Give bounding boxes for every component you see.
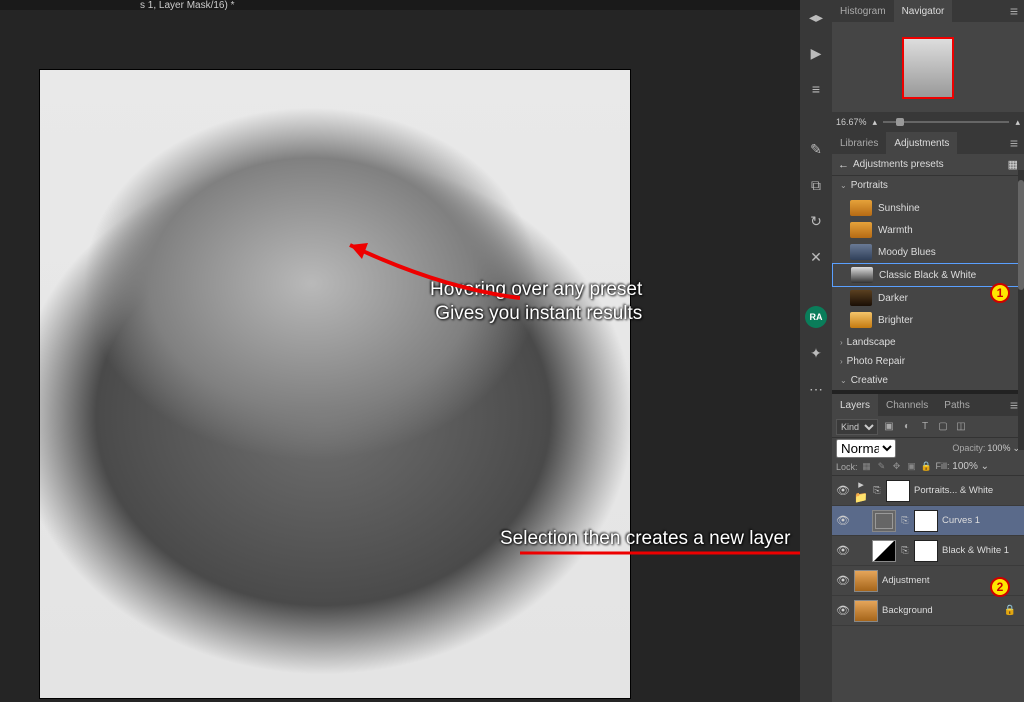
grid-view-icon[interactable]: ▦ <box>1008 158 1018 171</box>
tab-adjustments[interactable]: Adjustments <box>886 132 957 154</box>
preset-sunshine[interactable]: Sunshine <box>832 197 1024 219</box>
tab-histogram[interactable]: Histogram <box>832 0 894 22</box>
tab-navigator[interactable]: Navigator <box>894 0 953 22</box>
user-avatar[interactable]: RA <box>805 306 827 328</box>
filter-adjust-icon[interactable]: ◐ <box>900 421 914 432</box>
layer-kind-select[interactable]: Kind <box>836 419 878 435</box>
chevron-down-icon: ⌄ <box>840 376 847 385</box>
tab-libraries[interactable]: Libraries <box>832 132 886 154</box>
brush-icon[interactable]: ✎ <box>805 138 827 160</box>
link-icon: ⎘ <box>900 515 910 526</box>
layer-thumb[interactable] <box>854 570 878 592</box>
zoom-value[interactable]: 16.67% <box>836 117 867 127</box>
more-icon[interactable]: ⋯ <box>805 378 827 400</box>
preset-warmth[interactable]: Warmth <box>832 219 1024 241</box>
layers-filter-row: Kind ▣ ◐ T ▢ ◫ <box>832 416 1024 438</box>
preset-brighter[interactable]: Brighter <box>832 309 1024 331</box>
lock-icon[interactable]: 🔒 <box>1004 605 1020 616</box>
visibility-icon[interactable]: 👁 <box>836 514 850 527</box>
adjustments-panel: ← Adjustments presets ▦ ⌄ Portraits Suns… <box>832 154 1024 390</box>
tab-layers[interactable]: Layers <box>832 394 878 416</box>
adjustments-header: ← Adjustments presets ▦ <box>832 154 1024 176</box>
navigator-thumbnail[interactable] <box>902 37 954 99</box>
annotation-hover: Hovering over any preset Gives you insta… <box>430 278 642 326</box>
layers-tabs: Layers Channels Paths ≡ <box>832 394 1024 416</box>
right-panel-column: Histogram Navigator ≡ 16.67% ▴ ▴ Librari… <box>832 0 1024 702</box>
layers-blend-row: Normal Opacity: 100% ⌄ <box>832 438 1024 458</box>
history-icon[interactable]: ↻ <box>805 210 827 232</box>
callout-1: 1 <box>990 283 1010 303</box>
layer-group-portraits[interactable]: 👁 ▸📁 ⎘ Portraits... & White <box>832 476 1024 506</box>
layer-curves-1[interactable]: 👁 ⎘ Curves 1 <box>832 506 1024 536</box>
back-icon[interactable]: ← <box>838 159 849 171</box>
link-icon: ⎘ <box>872 485 882 496</box>
filter-pixel-icon[interactable]: ▣ <box>882 421 896 432</box>
lock-trans-icon[interactable]: ▦ <box>861 461 873 472</box>
preset-group-portraits[interactable]: ⌄ Portraits <box>832 176 1024 195</box>
layer-background[interactable]: 👁 Background 🔒 <box>832 596 1024 626</box>
preset-moody-blues[interactable]: Moody Blues <box>832 241 1024 263</box>
settings-icon[interactable]: ≡ <box>805 78 827 100</box>
chevron-right-icon: › <box>840 357 843 366</box>
canvas-area <box>0 10 800 702</box>
navigator-tabs: Histogram Navigator ≡ <box>832 0 1024 22</box>
zoom-in-icon[interactable]: ▴ <box>1015 117 1020 128</box>
vertical-toolbar: ◂▸ ▶ ≡ ✎ ⧉ ↻ ✕ RA ✦ ⋯ <box>800 0 832 702</box>
layer-thumb[interactable] <box>872 540 896 562</box>
preset-group-creative[interactable]: ⌄ Creative <box>832 371 1024 390</box>
filter-smart-icon[interactable]: ◫ <box>954 421 968 432</box>
visibility-icon[interactable]: 👁 <box>836 544 850 557</box>
blend-mode-select[interactable]: Normal <box>836 439 896 458</box>
lock-all-icon[interactable]: 🔒 <box>921 461 933 472</box>
navigator-zoom-bar: 16.67% ▴ ▴ <box>832 112 1024 132</box>
chevron-down-icon[interactable]: ⌄ <box>981 461 989 472</box>
play-icon[interactable]: ▶ <box>805 42 827 64</box>
filter-type-icon[interactable]: T <box>918 421 932 432</box>
layer-black-white-1[interactable]: 👁 ⎘ Black & White 1 <box>832 536 1024 566</box>
tab-paths[interactable]: Paths <box>936 394 978 416</box>
adjustments-title: Adjustments presets <box>853 159 944 170</box>
sparkle-icon[interactable]: ✦ <box>805 342 827 364</box>
document-canvas[interactable] <box>40 70 630 698</box>
preset-group-landscape[interactable]: › Landscape <box>832 333 1024 352</box>
expand-icon[interactable]: ◂▸ <box>805 6 827 28</box>
layer-mask-thumb[interactable] <box>914 510 938 532</box>
zoom-slider[interactable] <box>883 121 1009 123</box>
visibility-icon[interactable]: 👁 <box>836 574 850 587</box>
panel-scrollbar[interactable] <box>1018 170 1024 450</box>
visibility-icon[interactable]: 👁 <box>836 484 850 497</box>
adjustments-tabs: Libraries Adjustments ≡ <box>832 132 1024 154</box>
visibility-icon[interactable]: 👁 <box>836 604 850 617</box>
window-title: s 1, Layer Mask/16) * <box>0 0 234 10</box>
lock-artboard-icon[interactable]: ▣ <box>906 461 918 472</box>
chevron-right-icon: › <box>840 338 843 347</box>
preset-group-photo-repair[interactable]: › Photo Repair <box>832 352 1024 371</box>
folder-icon: ▸📁 <box>854 478 868 504</box>
layer-mask-thumb[interactable] <box>886 480 910 502</box>
callout-2: 2 <box>990 577 1010 597</box>
tab-channels[interactable]: Channels <box>878 394 936 416</box>
zoom-out-icon[interactable]: ▴ <box>873 117 878 128</box>
portraits-preset-list: Sunshine Warmth Moody Blues Classic Blac… <box>832 195 1024 333</box>
link-icon: ⎘ <box>900 545 910 556</box>
panel-menu-icon[interactable]: ≡ <box>1004 138 1024 148</box>
layer-mask-thumb[interactable] <box>914 540 938 562</box>
layer-thumb[interactable] <box>872 510 896 532</box>
navigator-panel <box>832 22 1024 112</box>
clone-icon[interactable]: ⧉ <box>805 174 827 196</box>
panel-menu-icon[interactable]: ≡ <box>1004 6 1024 16</box>
lock-pos-icon[interactable]: ✥ <box>891 461 903 472</box>
image-content <box>40 70 630 698</box>
layer-thumb[interactable] <box>854 600 878 622</box>
filter-shape-icon[interactable]: ▢ <box>936 421 950 432</box>
close-panel-icon[interactable]: ✕ <box>805 246 827 268</box>
layers-lock-row: Lock: ▦ ✎ ✥ ▣ 🔒 Fill: 100% ⌄ <box>832 458 1024 476</box>
lock-pixel-icon[interactable]: ✎ <box>876 461 888 472</box>
chevron-down-icon: ⌄ <box>840 181 847 190</box>
layers-panel: Kind ▣ ◐ T ▢ ◫ Normal Opacity: 100% ⌄ Lo… <box>832 416 1024 702</box>
